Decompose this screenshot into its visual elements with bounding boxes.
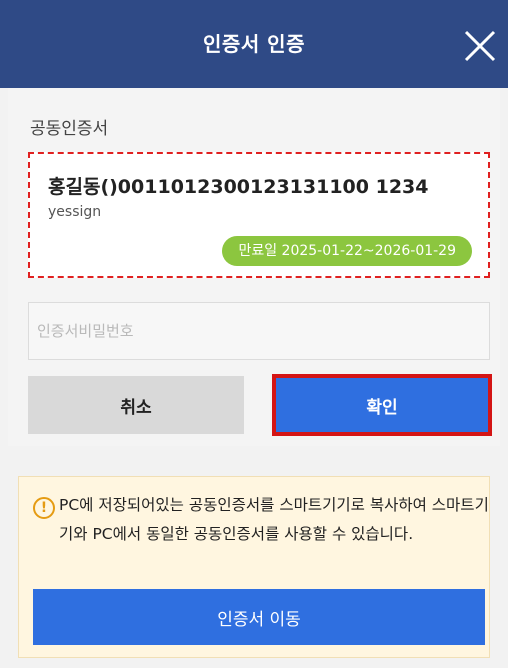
- certificate-password-input[interactable]: [28, 302, 490, 360]
- cert-section-label: 공동인증서: [30, 119, 109, 139]
- confirm-button[interactable]: 확인: [276, 378, 488, 432]
- certificate-card[interactable]: 홍길동()0011012300123131100 1234 yessign 만료…: [28, 152, 490, 278]
- certificate-expiry-badge: 만료일 2025-01-22~2026-01-29: [222, 236, 472, 266]
- close-button[interactable]: [458, 24, 502, 68]
- cancel-button[interactable]: 취소: [28, 376, 244, 434]
- dialog-title: 인증서 인증: [203, 32, 305, 56]
- notice-text: PC에 저장되어있는 공동인증서를 스마트기기로 복사하여 스마트기기와 PC에…: [59, 496, 489, 543]
- close-icon: [464, 30, 496, 62]
- dialog-header: 인증서 인증: [0, 0, 508, 88]
- notice-box: ! PC에 저장되어있는 공동인증서를 스마트기기로 복사하여 스마트기기와 P…: [18, 476, 490, 658]
- cert-dialog: 공동인증서 홍길동()0011012300123131100 1234 yess…: [8, 88, 500, 446]
- confirm-button-highlight: 확인: [272, 374, 492, 436]
- certificate-name: 홍길동()0011012300123131100 1234: [48, 176, 429, 198]
- info-icon: !: [33, 497, 55, 519]
- certificate-issuer: yessign: [48, 204, 102, 220]
- move-certificate-button[interactable]: 인증서 이동: [33, 589, 485, 645]
